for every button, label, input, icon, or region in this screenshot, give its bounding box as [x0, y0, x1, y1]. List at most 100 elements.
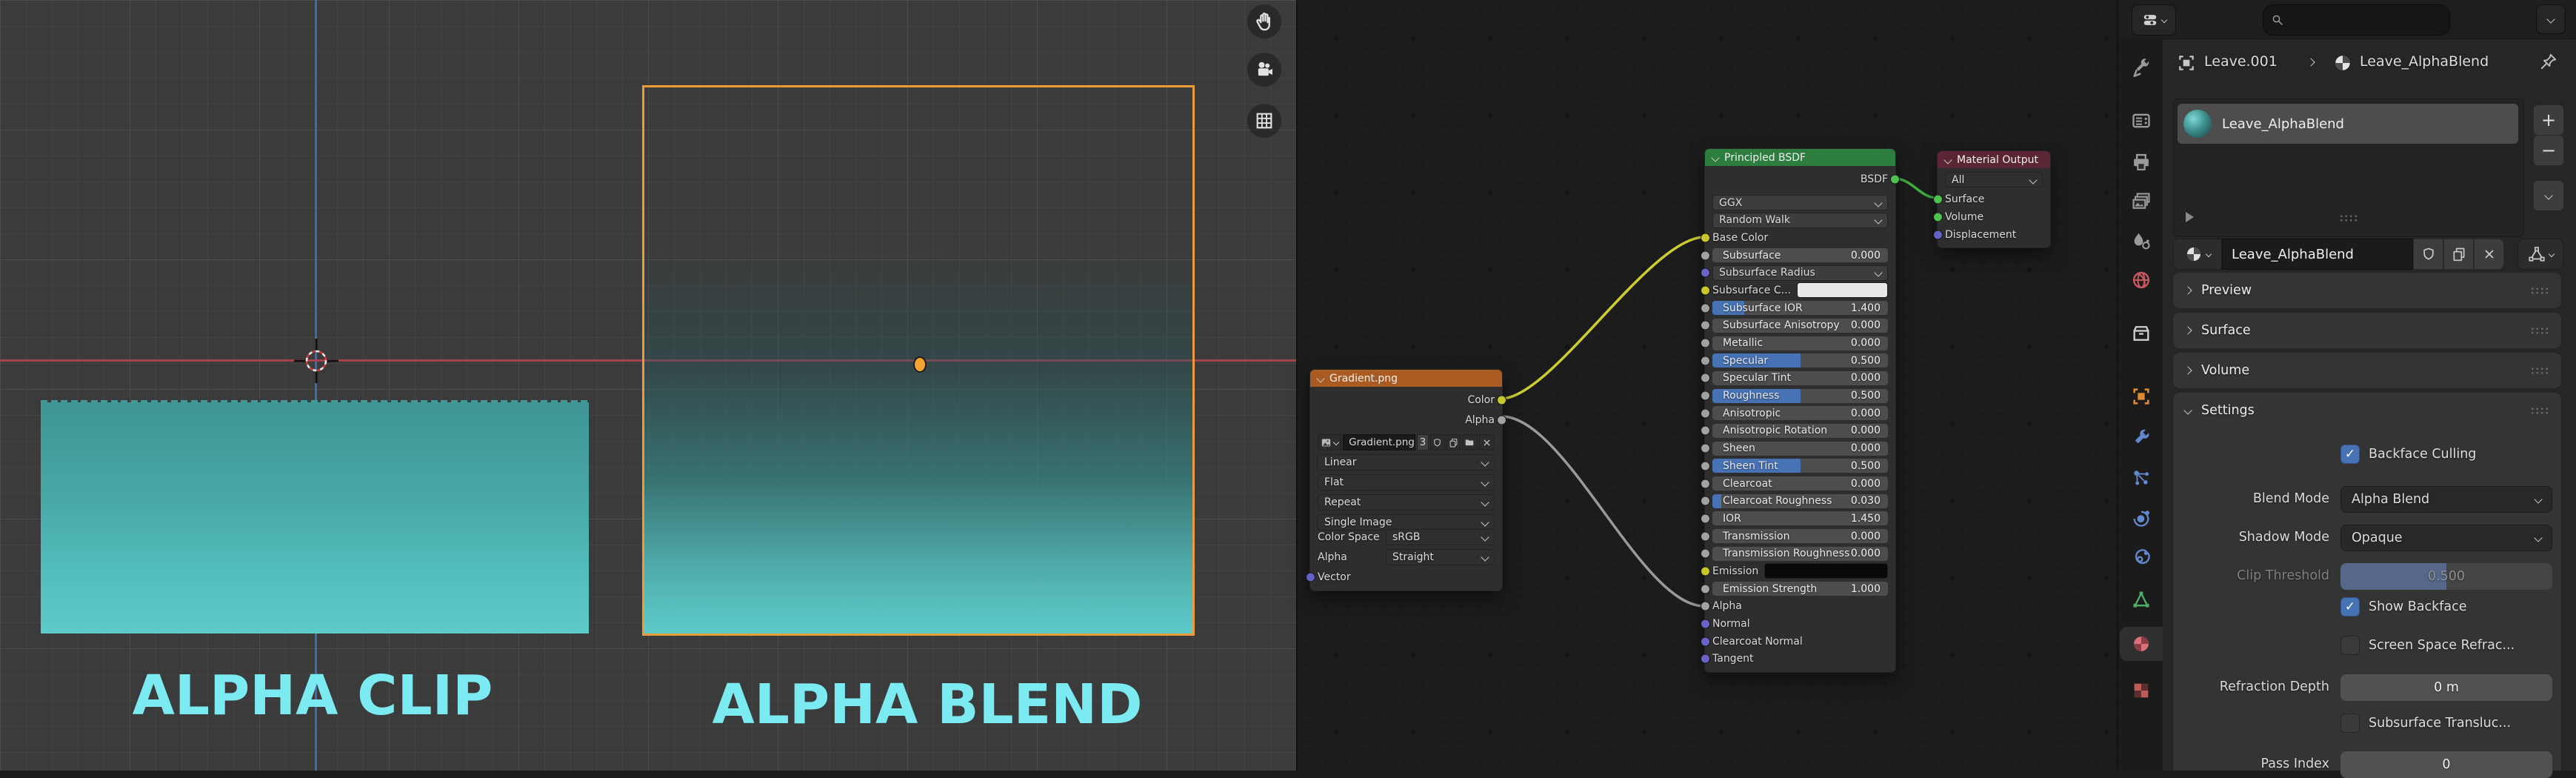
orthographic-grid-button[interactable]: [1247, 104, 1281, 138]
panel-preview[interactable]: Preview: [2173, 273, 2561, 308]
anisotropic-rotation-input-socket[interactable]: [1701, 426, 1710, 436]
sheen-input-socket[interactable]: [1701, 444, 1710, 453]
bsdf-row-anisotropic-rotation[interactable]: Anisotropic Rotation0.000: [1712, 424, 1888, 438]
image-browse-button[interactable]: [1318, 434, 1341, 450]
panel-drag-grip[interactable]: [2530, 287, 2549, 295]
properties-tab-output[interactable]: [2120, 147, 2163, 177]
collapse-chevron-icon[interactable]: [1316, 374, 1324, 382]
bsdf-row-metallic[interactable]: Metallic0.000: [1712, 336, 1888, 350]
new-image-button[interactable]: [1447, 434, 1461, 450]
anisotropic-rotation-slider[interactable]: Anisotropic Rotation0.000: [1712, 424, 1888, 438]
transmission-roughness-input-socket[interactable]: [1701, 549, 1710, 559]
random-walk-dropdown[interactable]: Random Walk: [1712, 213, 1888, 228]
screen-space-refraction-checkbox[interactable]: ✓: [2340, 636, 2360, 655]
bsdf-row-ior[interactable]: IOR1.450: [1712, 511, 1888, 525]
list-resize-grip[interactable]: [2339, 214, 2358, 222]
panel-settings-header[interactable]: Settings: [2173, 393, 2561, 428]
subsurface-anisotropy-slider[interactable]: Subsurface Anisotropy0.000: [1712, 319, 1888, 333]
image-name-field[interactable]: Gradient.png: [1343, 434, 1415, 450]
panel-volume[interactable]: Volume: [2173, 353, 2561, 388]
transmission-slider[interactable]: Transmission0.000: [1712, 529, 1888, 543]
bsdf-row-clearcoat-normal[interactable]: Clearcoat Normal: [1712, 634, 1888, 648]
slot-specials-button[interactable]: [2533, 180, 2564, 211]
properties-tab-render[interactable]: [2120, 106, 2163, 136]
specular-tint-input-socket[interactable]: [1701, 373, 1710, 383]
base-color-input-socket[interactable]: [1701, 233, 1710, 242]
properties-tab-tool[interactable]: [2120, 53, 2163, 82]
normal-input-socket[interactable]: [1701, 619, 1710, 629]
image-node-row-single-image[interactable]: Single Image: [1318, 515, 1495, 530]
material-name-field[interactable]: Leave_AlphaBlend: [2222, 239, 2413, 270]
bsdf-row-normal[interactable]: Normal: [1712, 617, 1888, 631]
ior-slider[interactable]: IOR1.450: [1712, 511, 1888, 525]
backface-culling-checkbox[interactable]: ✓: [2340, 445, 2360, 464]
material-output-node[interactable]: Material Output All Surface Volume Displ…: [1937, 150, 2051, 248]
refraction-depth-field[interactable]: 0 m: [2340, 674, 2552, 701]
subsurface-c-input-socket[interactable]: [1701, 285, 1710, 295]
output-node-header[interactable]: Material Output: [1938, 151, 2050, 168]
3d-viewport[interactable]: ALPHA CLIP ALPHA BLEND: [0, 0, 1296, 771]
properties-tab-scene[interactable]: [2120, 227, 2163, 256]
bsdf-node-header[interactable]: Principled BSDF: [1705, 149, 1895, 166]
volume-input-socket[interactable]: [1933, 212, 1943, 222]
fake-user-button[interactable]: [1430, 434, 1444, 450]
header-menu-button[interactable]: [2536, 4, 2566, 34]
shadow-mode-dropdown[interactable]: Opaque: [2340, 525, 2552, 551]
roughness-input-socket[interactable]: [1701, 391, 1710, 401]
sheen-tint-input-socket[interactable]: [1701, 461, 1710, 471]
material-slot-list[interactable]: Leave_AlphaBlend: [2173, 99, 2524, 237]
subsurface-c-color-swatch[interactable]: [1797, 282, 1888, 298]
color-output-socket[interactable]: [1497, 396, 1506, 405]
bsdf-row-anisotropic[interactable]: Anisotropic0.000: [1712, 406, 1888, 420]
clearcoat-input-socket[interactable]: [1701, 479, 1710, 488]
pan-hand-button[interactable]: [1247, 4, 1281, 39]
subsurface-slider[interactable]: Subsurface0.000: [1712, 248, 1888, 262]
sheen-tint-slider[interactable]: Sheen Tint0.500: [1712, 459, 1888, 473]
specular-tint-slider[interactable]: Specular Tint0.000: [1712, 371, 1888, 385]
bsdf-row-specular-tint[interactable]: Specular Tint0.000: [1712, 371, 1888, 385]
panel-surface[interactable]: Surface: [2173, 313, 2561, 348]
clearcoat-slider[interactable]: Clearcoat0.000: [1712, 476, 1888, 491]
flat-dropdown[interactable]: Flat: [1318, 474, 1495, 491]
browse-material-button[interactable]: [2173, 239, 2222, 270]
emission-color-swatch[interactable]: [1764, 563, 1888, 579]
alpha-input-socket[interactable]: [1701, 602, 1710, 611]
bsdf-row-emission-strength[interactable]: Emission Strength1.000: [1712, 582, 1888, 596]
bsdf-row-transmission[interactable]: Transmission0.000: [1712, 529, 1888, 543]
bsdf-row-tangent[interactable]: Tangent: [1712, 652, 1888, 666]
fake-user-button[interactable]: [2413, 239, 2443, 270]
list-filter-expand-icon[interactable]: [2186, 212, 2194, 222]
unlink-image-button[interactable]: [1479, 434, 1495, 450]
bsdf-output-socket[interactable]: [1890, 174, 1900, 184]
image-users-count[interactable]: 3: [1417, 434, 1429, 450]
subsurface-translucency-checkbox[interactable]: ✓: [2340, 714, 2360, 733]
output-target-dropdown[interactable]: All: [1945, 172, 2043, 187]
subsurface-radius-input-socket[interactable]: [1701, 268, 1710, 278]
output-color[interactable]: Color: [1318, 393, 1495, 408]
bsdf-row-subsurface[interactable]: Subsurface0.000: [1712, 248, 1888, 262]
specular-slider[interactable]: Specular0.500: [1712, 353, 1888, 368]
properties-tab-constraints[interactable]: [2120, 543, 2163, 573]
surface-input-socket[interactable]: [1933, 194, 1943, 204]
anisotropic-slider[interactable]: Anisotropic0.000: [1712, 406, 1888, 420]
image-texture-node[interactable]: Gradient.png Color Alpha Gradient.png: [1309, 369, 1503, 591]
bsdf-row-specular[interactable]: Specular0.500: [1712, 353, 1888, 368]
search-box[interactable]: [2263, 4, 2450, 36]
bsdf-row-base-color[interactable]: Base Color: [1712, 230, 1888, 245]
emission-input-socket[interactable]: [1701, 566, 1710, 576]
properties-editor[interactable]: Leave.001 Leave_AlphaBlend Leave_AlphaBl…: [2117, 0, 2576, 771]
bsdf-row-subsurface-ior[interactable]: Subsurface IOR1.400: [1712, 301, 1888, 315]
ior-input-socket[interactable]: [1701, 513, 1710, 523]
camera-view-button[interactable]: [1247, 53, 1281, 87]
properties-tab-view-layer[interactable]: [2120, 187, 2163, 216]
vector-input-row[interactable]: Vector: [1318, 570, 1495, 585]
properties-tab-modifiers[interactable]: [2120, 423, 2163, 453]
subsurface-radius-dropdown[interactable]: Subsurface Radius: [1712, 265, 1888, 281]
properties-tab-physics[interactable]: [2120, 503, 2163, 533]
ggx-dropdown[interactable]: GGX: [1712, 195, 1888, 210]
show-backface-checkbox[interactable]: ✓: [2340, 597, 2360, 616]
sheen-slider[interactable]: Sheen0.000: [1712, 442, 1888, 456]
volume-input-row[interactable]: Volume: [1945, 210, 2043, 224]
transmission-input-socket[interactable]: [1701, 531, 1710, 541]
surface-input-row[interactable]: Surface: [1945, 192, 2043, 206]
